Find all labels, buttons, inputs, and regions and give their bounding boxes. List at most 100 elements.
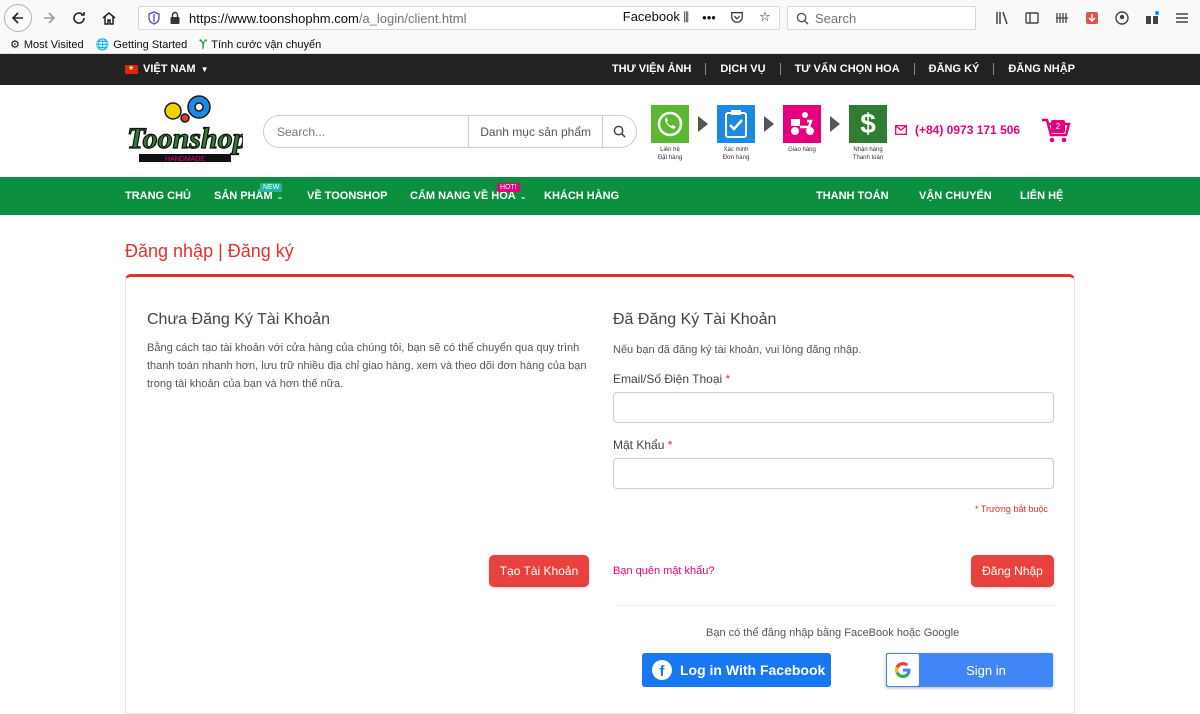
required-fields-note: * Trường bắt buộc	[975, 504, 1048, 514]
nav-label: VẬN CHUYỂN	[919, 190, 992, 202]
url-actions: Facebook ⫼ ••• ☆	[623, 9, 773, 25]
step-delivery: Giao hàng	[782, 105, 822, 154]
create-account-button[interactable]: Tạo Tài Khoản	[489, 555, 589, 587]
email-field[interactable]	[613, 392, 1054, 423]
dollar-icon: $	[849, 105, 887, 143]
extension-grid-icon[interactable]	[1054, 9, 1070, 27]
cart-count-badge: 2	[1051, 120, 1065, 133]
toplink-flower-advice[interactable]: TƯ VẤN CHỌN HOA	[781, 63, 914, 75]
forward-arrow-icon	[44, 12, 56, 24]
facebook-button-label: Log in With Facebook	[680, 662, 826, 678]
required-asterisk: *	[667, 438, 673, 452]
category-dropdown[interactable]: Danh mục sản phẩm	[468, 116, 602, 147]
password-label: Mật Khẩu *	[613, 438, 672, 452]
login-heading: Đã Đăng Ký Tài Khoản	[613, 311, 777, 328]
search-icon	[796, 12, 809, 25]
url-bar[interactable]: https://www.toonshophm.com/a_login/clien…	[138, 6, 780, 30]
language-selector[interactable]: VIỆT NAM ▼	[125, 63, 208, 75]
forward-button[interactable]	[36, 5, 62, 31]
site-header: Toonshop HANDMADE Search... Danh mục sản…	[0, 85, 1200, 177]
chevron-down-icon: ⌄	[276, 191, 284, 201]
toplink-services[interactable]: DỊCH VỤ	[706, 63, 779, 75]
browser-search-bar[interactable]: Search	[787, 6, 976, 30]
nav-label: VỀ TOONSHOP	[307, 190, 388, 202]
step-verify: Xác minh Đơn hàng	[716, 105, 756, 162]
google-icon	[887, 654, 919, 686]
account-icon[interactable]	[1114, 9, 1130, 27]
order-steps: Liên hệ Đặt hàng Xác minh Đơn hàng Giao hà…	[650, 105, 888, 162]
password-field[interactable]	[613, 458, 1054, 489]
nav-about[interactable]: VỀ TOONSHOP	[307, 190, 387, 202]
bookmark-label: Most Visited	[23, 38, 84, 51]
nav-contact[interactable]: LIÊN HỆ	[1020, 190, 1063, 202]
home-button[interactable]	[96, 5, 122, 31]
required-asterisk: *	[725, 372, 731, 386]
bookmark-label: Tính cước vận chuyển	[211, 38, 322, 51]
bookmark-getting-started[interactable]: 🌐 Getting Started	[95, 38, 188, 52]
step-caption: Xác minh Đơn hàng	[722, 147, 750, 161]
site-search-button[interactable]	[602, 116, 636, 147]
container-label[interactable]: Facebook ⫼	[623, 9, 689, 25]
social-divider	[616, 605, 1056, 606]
pocket-icon[interactable]	[729, 9, 745, 25]
email-label-text: Email/Số Điện Thoại	[613, 372, 723, 386]
globe-icon: 🌐	[95, 39, 110, 51]
url-path: /a_login/client.html	[358, 10, 467, 26]
site-search-box: Search... Danh mục sản phẩm	[263, 115, 637, 148]
lock-icon[interactable]	[169, 11, 181, 25]
password-label-text: Mật Khẩu	[613, 438, 665, 452]
nav-shipping[interactable]: VẬN CHUYỂN	[919, 190, 992, 202]
email-label: Email/Số Điện Thoại *	[613, 372, 730, 386]
nav-products[interactable]: NEW SẢN PHẨM ⌄	[214, 183, 284, 202]
url-host: https://www.toonshophm.com	[189, 10, 359, 26]
nav-label: LIÊN HỆ	[1020, 190, 1064, 202]
step-arrow-icon	[756, 105, 782, 143]
toplink-gallery[interactable]: THƯ VIỆN ẢNH	[598, 63, 705, 75]
download-icon[interactable]	[1084, 9, 1100, 27]
page-title: Đăng nhập | Đăng ký	[125, 241, 294, 261]
back-button[interactable]	[4, 4, 32, 32]
nav-guide[interactable]: HOT! CẨM NANG VỀ HOA ⌄	[410, 183, 526, 202]
step-arrow-icon	[690, 105, 716, 143]
bookmark-most-visited[interactable]: ⚙ Most Visited	[10, 38, 84, 52]
nav-payment[interactable]: THANH TOÁN	[816, 190, 889, 202]
google-signin-button[interactable]: Sign in	[886, 653, 1053, 687]
caret-down-icon: ▼	[200, 64, 209, 74]
top-links: THƯ VIỆN ẢNH DỊCH VỤ TƯ VẤN CHỌN HOA ĐĂN…	[598, 63, 1075, 75]
hotline[interactable]: (+84) 0973 171 506	[895, 123, 1020, 137]
url-text: https://www.toonshophm.com/a_login/clien…	[189, 11, 466, 26]
search-icon	[613, 125, 626, 138]
google-button-label: Sign in	[966, 662, 1006, 678]
site-search-input[interactable]: Search...	[264, 125, 468, 139]
menu-icon[interactable]	[1174, 9, 1190, 27]
vietnam-flag-icon	[125, 64, 138, 74]
gear-icon: ⚙	[10, 39, 20, 51]
social-login-text: Bạn có thể đăng nhập bằng FaceBook hoặc …	[706, 627, 960, 639]
shield-icon[interactable]	[147, 11, 161, 25]
cart-button[interactable]: 2	[1041, 118, 1071, 144]
step-arrow-icon	[822, 105, 848, 143]
gift-icon[interactable]	[1144, 9, 1160, 27]
step-payment: $ Nhận hàng Thanh toán	[848, 105, 888, 162]
nav-label: TRANG CHỦ	[125, 190, 191, 202]
toplink-login[interactable]: ĐĂNG NHẬP	[994, 63, 1075, 75]
viettel-icon: Ⲩ	[199, 38, 208, 50]
facebook-login-button[interactable]: f Log in With Facebook	[642, 653, 831, 687]
reload-button[interactable]	[66, 5, 92, 31]
container-label-text: Facebook	[622, 9, 680, 24]
toonshop-logo[interactable]: Toonshop HANDMADE	[125, 93, 248, 169]
library-icon[interactable]	[994, 9, 1010, 27]
nav-label: THANH TOÁN	[816, 190, 889, 202]
forgot-password-link[interactable]: Bạn quên mật khẩu?	[613, 565, 715, 577]
toplink-register[interactable]: ĐĂNG KÝ	[915, 63, 994, 75]
bookmark-shipping-fee[interactable]: Ⲩ Tính cước vận chuyển	[199, 38, 321, 51]
language-label: VIỆT NAM	[143, 63, 196, 75]
bookmark-star-icon[interactable]: ☆	[757, 9, 773, 25]
sidebar-icon[interactable]	[1024, 9, 1040, 27]
step-caption: Giao hàng	[788, 147, 816, 153]
nav-home[interactable]: TRANG CHỦ	[125, 190, 191, 202]
nav-customers[interactable]: KHÁCH HÀNG	[544, 190, 619, 202]
login-description: Nếu bạn đã đăng ký tài khoản, vui lòng đ…	[613, 344, 862, 356]
page-actions-icon[interactable]: •••	[701, 9, 717, 25]
login-button[interactable]: Đăng Nhập	[971, 555, 1054, 587]
